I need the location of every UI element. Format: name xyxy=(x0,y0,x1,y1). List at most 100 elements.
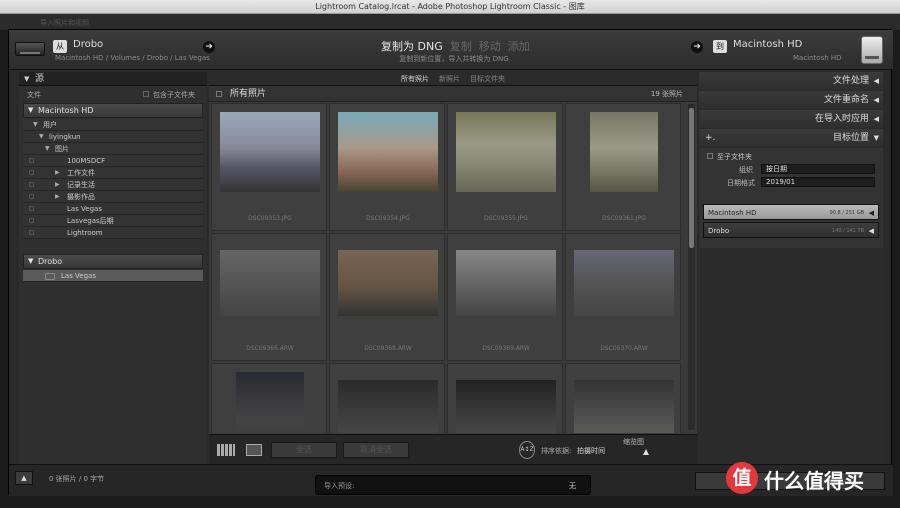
loupe-view-icon[interactable] xyxy=(246,444,262,456)
deselect-all-button[interactable]: 取消全选 xyxy=(343,442,409,458)
tree-item-100msdcf[interactable]: 100MSDCF xyxy=(23,155,203,167)
photo-thumbnail[interactable] xyxy=(456,250,556,316)
volume-name: Macintosh HD xyxy=(38,106,94,115)
tree-item-liyingkun[interactable]: ▼ liyingkun xyxy=(23,131,203,143)
photo-cell[interactable]: DSC09368.ARW xyxy=(329,233,445,361)
photo-filename: DSC09354.JPG xyxy=(366,215,410,222)
mode-copy[interactable]: 复制 xyxy=(450,40,472,53)
tree-item-pictures[interactable]: ▼ 图片 xyxy=(23,143,203,155)
photo-thumbnail[interactable] xyxy=(338,112,438,192)
organize-label: 组织 xyxy=(739,166,753,174)
tree-item-users[interactable]: ▼ 用户 xyxy=(23,119,203,131)
grid-header: 所有照片 19 张照片 xyxy=(209,86,697,102)
scrollbar-thumb[interactable] xyxy=(689,108,694,248)
photo-cell[interactable]: DSC09370.ARW xyxy=(565,233,681,361)
sort-order-icon[interactable]: A↕Z xyxy=(519,441,535,459)
grid-scrollbar[interactable] xyxy=(688,104,695,430)
folder-checkbox[interactable] xyxy=(29,158,34,163)
photo-cell[interactable] xyxy=(329,363,445,433)
date-format-label: 日期格式 xyxy=(727,179,755,187)
include-subfolders-checkbox[interactable] xyxy=(143,91,149,97)
thumbnail-size-label: 缩览图 xyxy=(623,438,644,446)
tree-item-lightroom[interactable]: Lightroom xyxy=(23,227,203,239)
tree-item-las-vegas[interactable]: Las Vegas xyxy=(23,203,203,215)
from-badge: 从 xyxy=(53,40,67,53)
photo-cell[interactable]: DSC09369.ARW xyxy=(447,233,563,361)
tab-all-photos[interactable]: 所有照片 xyxy=(401,75,429,83)
photo-filename: DSC09361.JPG xyxy=(602,215,646,222)
photo-thumbnail[interactable] xyxy=(590,112,658,192)
photo-cell[interactable] xyxy=(447,363,563,433)
photo-cell[interactable]: DSC09366.ARW xyxy=(211,233,327,361)
folder-checkbox[interactable] xyxy=(29,206,34,211)
add-folder-icon[interactable]: +. xyxy=(705,129,715,147)
folder-checkbox[interactable] xyxy=(29,218,34,223)
triangle-down-icon: ▼ xyxy=(33,121,38,128)
select-all-button[interactable]: 全选 xyxy=(271,442,337,458)
panel-apply-during-import[interactable]: 在导入时应用 ◀ xyxy=(699,110,883,128)
folder-checkbox[interactable] xyxy=(29,182,34,187)
source-path: Macintosh HD / Volumes / Drobo / Las Veg… xyxy=(55,54,210,62)
source-name[interactable]: Drobo xyxy=(73,39,103,50)
tree-label: Las Vegas xyxy=(67,205,102,213)
tree-item-photography[interactable]: ▶ 摄影作品 xyxy=(23,191,203,203)
sort-value-dropdown[interactable]: 拍摄时间 xyxy=(577,446,605,456)
photo-thumbnail[interactable] xyxy=(456,112,556,192)
import-preset[interactable]: 导入预设: 无 xyxy=(315,475,591,495)
tab-destination-folders[interactable]: 目标文件夹 xyxy=(470,75,505,83)
preset-value-dropdown[interactable]: 无 xyxy=(569,481,576,491)
volume-macintosh-hd[interactable]: ▼ Macintosh HD xyxy=(23,103,203,118)
panel-destination[interactable]: +. 目标位置 ▼ xyxy=(699,129,883,147)
folder-checkbox[interactable] xyxy=(29,170,34,175)
organize-dropdown[interactable]: 按日期 xyxy=(761,164,875,174)
mode-move[interactable]: 移动 xyxy=(479,40,501,53)
photo-thumbnail[interactable] xyxy=(236,372,304,433)
photo-thumbnail[interactable] xyxy=(220,112,320,192)
mode-add[interactable]: 添加 xyxy=(508,40,530,53)
destination-name[interactable]: Macintosh HD xyxy=(733,39,802,50)
thumbnail-size-slider[interactable] xyxy=(643,449,649,455)
tree-item-life-records[interactable]: ▶ 记录生活 xyxy=(23,179,203,191)
tab-new-photos[interactable]: 新照片 xyxy=(439,75,460,83)
tree-label: Lasvegas后期 xyxy=(67,217,114,225)
select-all-checkbox[interactable] xyxy=(216,91,222,97)
folder-icon xyxy=(45,273,55,280)
grid-view-icon[interactable] xyxy=(217,444,235,456)
photo-cell[interactable] xyxy=(211,363,327,433)
photo-filename: DSC09369.ARW xyxy=(482,345,530,352)
destination-volume-drobo[interactable]: Drobo 140 / 141 TB ◀ xyxy=(703,222,879,238)
triangle-right-icon[interactable]: ▶ xyxy=(55,167,60,179)
tree-label: 图片 xyxy=(55,145,69,153)
source-panel-header[interactable]: ▼ 源 xyxy=(19,72,207,86)
photo-cell[interactable] xyxy=(565,363,681,433)
panel-file-renaming[interactable]: 文件重命名 ◀ xyxy=(699,91,883,109)
destination-body: 至子文件夹 组织 按日期 日期格式 2019/01 Macintosh HD 90… xyxy=(699,148,883,248)
photo-thumbnail[interactable] xyxy=(574,250,674,316)
destination-volume-macintosh-hd[interactable]: Macintosh HD 90.8 / 251 GB ◀ xyxy=(703,204,879,220)
destination-selector[interactable]: 到 Macintosh HD Macintosh HD xyxy=(713,36,883,66)
volume-drobo[interactable]: ▼ Drobo xyxy=(23,254,203,269)
photo-cell[interactable]: DSC09354.JPG xyxy=(329,103,445,231)
folder-checkbox[interactable] xyxy=(29,230,34,235)
photo-thumbnail[interactable] xyxy=(456,380,556,433)
triangle-right-icon[interactable]: ▶ xyxy=(55,191,60,203)
triangle-right-icon[interactable]: ▶ xyxy=(55,179,60,191)
tree-item-work-files[interactable]: ▶ 工作文件 xyxy=(23,167,203,179)
photo-cell[interactable]: DSC09355.JPG xyxy=(447,103,563,231)
panel-file-handling[interactable]: 文件处理 ◀ xyxy=(699,72,883,90)
photo-thumbnail[interactable] xyxy=(574,380,674,433)
collapse-button[interactable]: ▲ xyxy=(15,471,33,485)
photo-cell[interactable]: DSC09353.JPG xyxy=(211,103,327,231)
mode-copy-dng[interactable]: 复制为 DNG xyxy=(381,40,443,53)
photo-thumbnail[interactable] xyxy=(338,380,438,433)
include-subfolders-label: 包含子文件夹 xyxy=(153,91,195,99)
into-subfolder-checkbox[interactable] xyxy=(707,153,713,159)
preset-label: 导入预设: xyxy=(324,482,355,490)
tree-item-drobo-las-vegas[interactable]: Las Vegas xyxy=(23,270,203,282)
photo-cell[interactable]: DSC09361.JPG xyxy=(565,103,681,231)
photo-thumbnail[interactable] xyxy=(338,250,438,316)
folder-checkbox[interactable] xyxy=(29,194,34,199)
photo-thumbnail[interactable] xyxy=(220,250,320,316)
date-format-dropdown[interactable]: 2019/01 xyxy=(761,177,875,187)
tree-item-lasvegas-post[interactable]: Lasvegas后期 xyxy=(23,215,203,227)
